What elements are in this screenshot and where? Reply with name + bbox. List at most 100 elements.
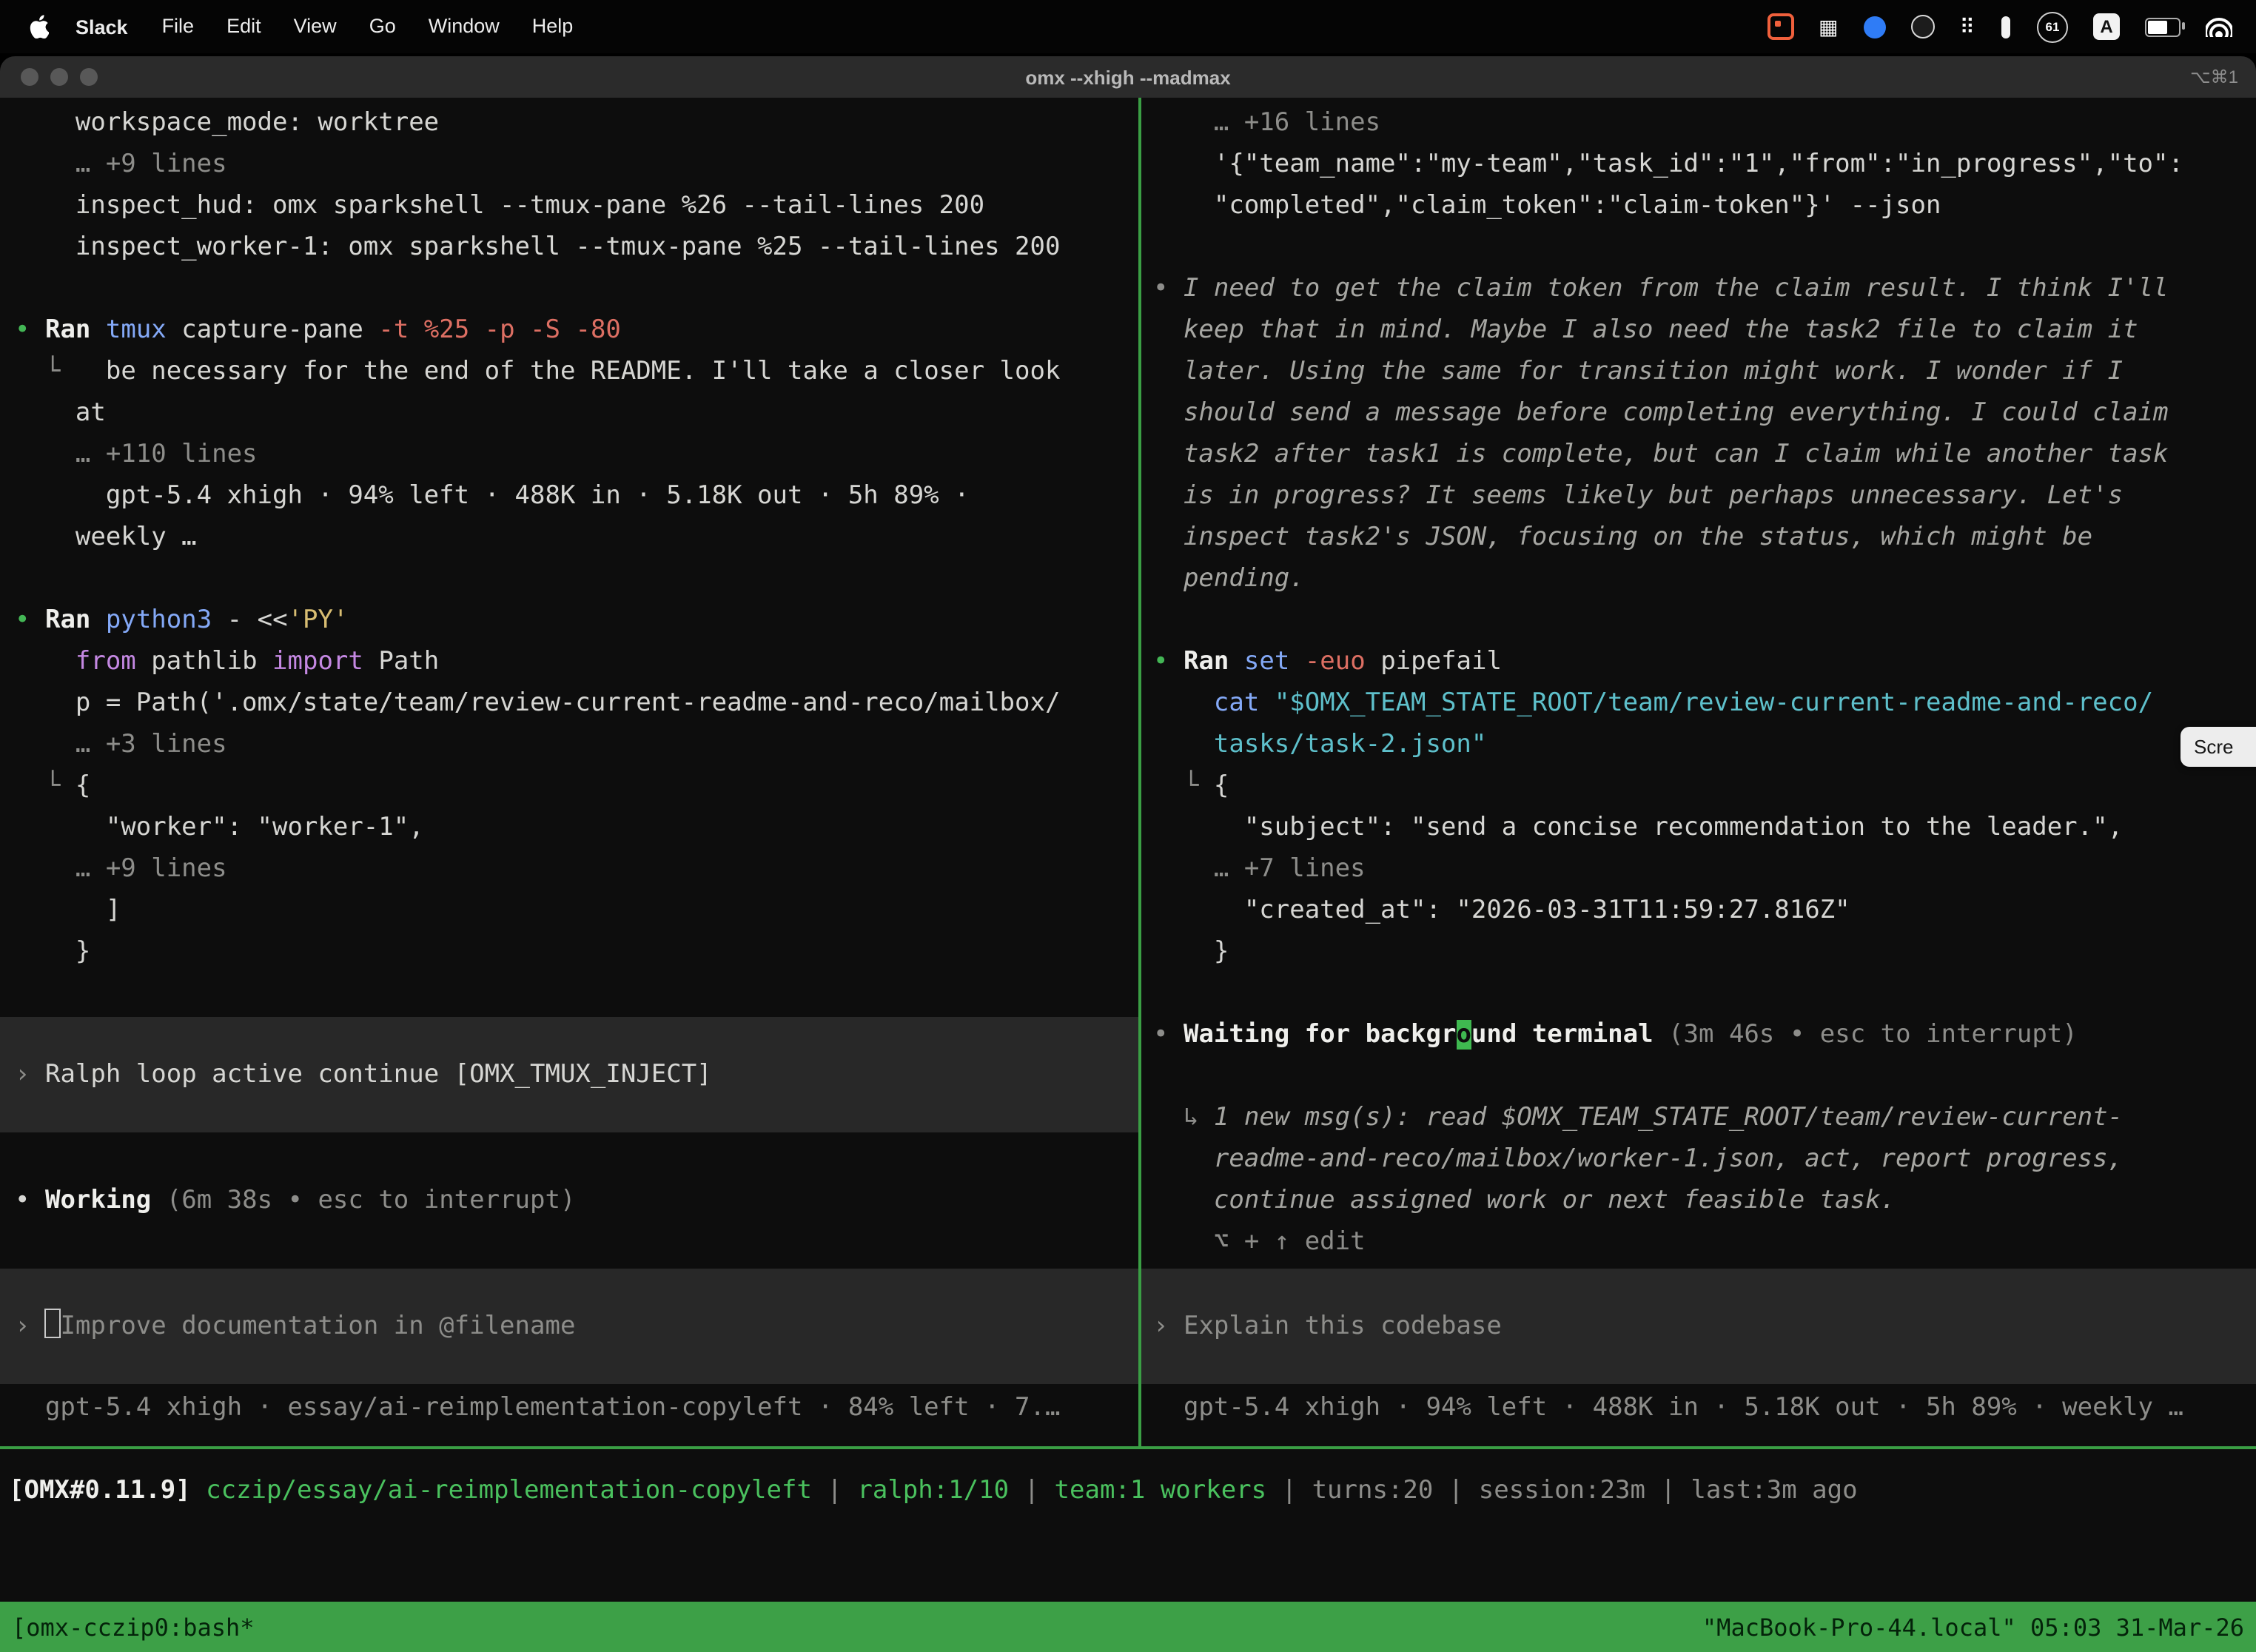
minimize-button[interactable] [50,68,68,86]
menu-file[interactable]: File [146,15,211,37]
blue-app-icon[interactable] [1863,16,1885,38]
terminal-line: readme-and-reco/mailbox/worker-1.json, a… [1141,1138,2256,1180]
text-plain: capture-pane [167,315,379,345]
tmux-pane-right[interactable]: … +16 lines '{"team_name":"my-team","tas… [1141,98,2256,1446]
text-dim: | [1266,1476,1312,1505]
text-prompt: › [15,1312,45,1341]
apple-menu-icon[interactable] [30,15,49,38]
menu-go[interactable]: Go [353,15,412,37]
text-plain: Path [363,647,439,676]
terminal-line: • I need to get the claim token from the… [1141,268,2256,309]
menu-edit[interactable]: Edit [210,15,278,37]
menu-view[interactable]: View [278,15,353,37]
tmux-pane-left[interactable]: workspace_mode: worktree … +9 lines insp… [0,98,1138,1446]
menu-bar-left: Slack FileEditViewGoWindowHelp [0,13,589,40]
battery-percent-badge[interactable]: 61 [2037,11,2068,42]
window-titlebar[interactable]: omx --xhigh --madmax ⌥⌘1 [0,56,2256,98]
text-boldw: [OMX#0.11.9] [9,1476,206,1505]
text-dim: … +3 lines [15,730,227,759]
terminal-line: ] [0,890,1138,931]
menu-app-name[interactable]: Slack [58,16,146,38]
composer-input-row[interactable]: › Explain this codebase [1141,1269,2256,1384]
terminal-window: omx --xhigh --madmax ⌥⌘1 workspace_mode:… [0,56,2256,1652]
text-cyan: tasks/task-2.json" [1153,730,1486,759]
text-dim: └ [15,357,75,386]
text-dim: (6m 38s • esc to interrupt) [167,1186,576,1215]
terminal-line: '{"team_name":"my-team","task_id":"1","f… [1141,144,2256,185]
menu-help[interactable]: Help [516,15,590,37]
menu-items: FileEditViewGoWindowHelp [146,13,590,40]
dots-grid-icon[interactable]: ⠿ [1959,13,1975,40]
text-italic: readme-and-reco/mailbox/worker-1.json, a… [1153,1144,2123,1174]
text-cmd: python3 [106,605,212,635]
text-dim: gpt-5.4 xhigh · 94% left · 488K in · 5.1… [1153,1393,2183,1423]
text-plain: p = Path('.omx/state/team/review-current… [15,688,1060,718]
terminal-line: • Working (6m 38s • esc to interrupt) [0,1180,1138,1221]
text-dim: | [812,1476,857,1505]
text-boldw: Waiting for backgr [1184,1020,1456,1050]
terminal-line: is in progress? It seems likely but perh… [1141,475,2256,517]
terminal-line: pending. [1141,558,2256,600]
menu-window[interactable]: Window [412,15,516,37]
terminal-line: "subject": "send a concise recommendatio… [1141,807,2256,848]
terminal-line: … +7 lines [1141,848,2256,890]
terminal-line [0,558,1138,600]
input-source-icon[interactable]: A [2093,13,2120,40]
terminal-line [0,268,1138,309]
text-magenta: from [15,647,136,676]
screen-recording-icon[interactable] [1767,13,1793,40]
terminal-line [0,973,1138,1014]
zoom-button[interactable] [80,68,98,86]
wifi-icon[interactable] [2206,17,2232,36]
utility-app-icon[interactable] [2000,16,2012,38]
terminal-line: inspect task2's JSON, focusing on the st… [1141,517,2256,558]
text-green: cczip/essay/ai-reimplementation-copyleft [206,1476,812,1505]
menu-bar: Slack FileEditViewGoWindowHelp ▦ ⠿ 61 A [0,0,2256,53]
terminal-line: └ { [1141,765,2256,807]
text-cursor-block: o [1456,1020,1471,1050]
text-dim: … +16 lines [1153,108,1380,138]
terminal-line: inspect_hud: omx sparkshell --tmux-pane … [0,185,1138,226]
composer-input-row[interactable]: › Ralph loop active continue [OMX_TMUX_I… [0,1017,1138,1132]
text-italic: continue assigned work or next feasible … [1153,1186,1896,1215]
battery-icon[interactable] [2145,17,2181,36]
text-plain: be necessary for the end of the README. … [75,357,1061,386]
text-cmd: tmux [106,315,167,345]
text-italic: keep that in mind. Maybe I also need the… [1153,315,2138,345]
traffic-lights [21,68,98,86]
text-flag: -euo [1305,647,1366,676]
terminal-line: … +110 lines [0,434,1138,475]
terminal-line: • Waiting for background terminal (3m 46… [1141,1014,2256,1055]
terminal-line: … +3 lines [0,724,1138,765]
text-bullet-green: • [15,315,45,345]
screenshot-preview-chip[interactable]: Scre [2181,727,2256,767]
text-green: ralph:1/10 [857,1476,1009,1505]
terminal-line: ⌥ + ↑ edit [1141,1221,2256,1263]
text-plain: pipefail [1366,647,1502,676]
terminal-line: gpt-5.4 xhigh · essay/ai-reimplementatio… [0,1387,1138,1428]
text-italic: is in progress? It seems likely but perh… [1153,481,2123,511]
window-grid-icon[interactable]: ▦ [1819,13,1838,40]
text-dim: … +7 lines [1153,854,1366,884]
text-plain: pathlib [136,647,272,676]
text-italic: 1 new msg(s): read $OMX_TEAM_STATE_ROOT/… [1214,1103,2123,1132]
text-dim: … +9 lines [15,150,227,179]
tmux-pane-status: [OMX#0.11.9] cczip/essay/ai-reimplementa… [0,1449,2256,1627]
terminal-line: } [0,931,1138,973]
dark-app-icon[interactable] [1910,15,1934,38]
text-plain: { [1214,771,1229,801]
text-italic: task2 after task1 is complete, but can I… [1153,440,2169,469]
text-plain: } [15,937,90,967]
terminal-line: "worker": "worker-1", [0,807,1138,848]
close-button[interactable] [21,68,38,86]
text-italic: I need to get the claim token from the c… [1184,274,2169,303]
terminal-line: weekly … [0,517,1138,558]
composer-input-row[interactable]: › Improve documentation in @filename [0,1269,1138,1384]
text-magenta: import [272,647,363,676]
terminal-line [1141,973,2256,1014]
text-plain: '{"team_name":"my-team","task_id":"1","f… [1153,150,2183,179]
terminal-line [1141,226,2256,268]
text-dim: ⌥ + ↑ edit [1153,1227,1366,1257]
text-plain: Ralph loop active continue [OMX_TMUX_INJ… [45,1060,712,1089]
terminal-line: "created_at": "2026-03-31T11:59:27.816Z" [1141,890,2256,931]
